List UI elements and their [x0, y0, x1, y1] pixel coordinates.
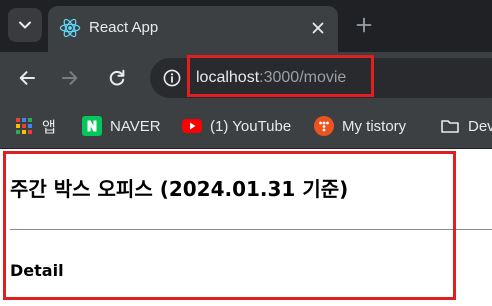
tab-title: React App — [89, 19, 159, 36]
divider — [10, 229, 492, 230]
folder-icon — [441, 120, 459, 133]
tab-strip: React App — [0, 0, 492, 52]
page-content: 주간 박스 오피스 (2024.01.31 기준) Detail — [0, 149, 492, 306]
browser-toolbar: localhost:3000/movie — [0, 52, 492, 104]
site-info-icon[interactable] — [163, 69, 181, 87]
bookmark-apps[interactable]: 앱 — [14, 114, 56, 138]
bookmark-tistory[interactable]: My tistory — [314, 114, 406, 138]
reload-button[interactable] — [104, 65, 130, 91]
apps-grid-icon — [16, 118, 32, 134]
back-button[interactable] — [14, 65, 40, 91]
reload-icon — [109, 69, 125, 86]
arrow-right-icon — [62, 71, 78, 85]
bookmark-folder-dev[interactable]: Dev — [440, 114, 492, 138]
youtube-logo-icon — [182, 119, 202, 133]
arrow-left-icon — [19, 71, 35, 85]
bookmark-label: NAVER — [110, 117, 161, 135]
close-icon — [312, 22, 324, 34]
url-host: localhost — [196, 69, 260, 86]
bookmark-label: Dev — [468, 117, 492, 135]
bookmarks-bar: 앱 NAVER (1) YouTube My tistory Dev — [0, 104, 492, 149]
url-path: :3000/movie — [259, 69, 347, 86]
bookmark-naver[interactable]: NAVER — [82, 114, 161, 138]
page-title: 주간 박스 오피스 (2024.01.31 기준) — [10, 177, 349, 201]
new-tab-button[interactable] — [352, 13, 376, 37]
tab-close-button[interactable] — [306, 16, 330, 40]
bookmark-label: 앱 — [42, 118, 56, 136]
react-logo-icon — [59, 18, 81, 38]
detail-heading: Detail — [10, 261, 64, 280]
plus-icon — [356, 17, 372, 33]
tab-react-app[interactable]: React App — [48, 6, 338, 52]
tab-search-button[interactable] — [8, 8, 42, 42]
url-text[interactable]: localhost:3000/movie — [196, 67, 346, 89]
tistory-logo-icon — [314, 116, 334, 136]
bookmark-label: (1) YouTube — [210, 117, 292, 135]
bookmark-youtube[interactable]: (1) YouTube — [182, 114, 291, 138]
bookmark-label: My tistory — [342, 117, 407, 135]
address-bar[interactable]: localhost:3000/movie — [150, 58, 492, 98]
forward-button[interactable] — [57, 65, 83, 91]
chevron-down-icon — [19, 21, 31, 29]
naver-logo-icon — [82, 116, 102, 136]
